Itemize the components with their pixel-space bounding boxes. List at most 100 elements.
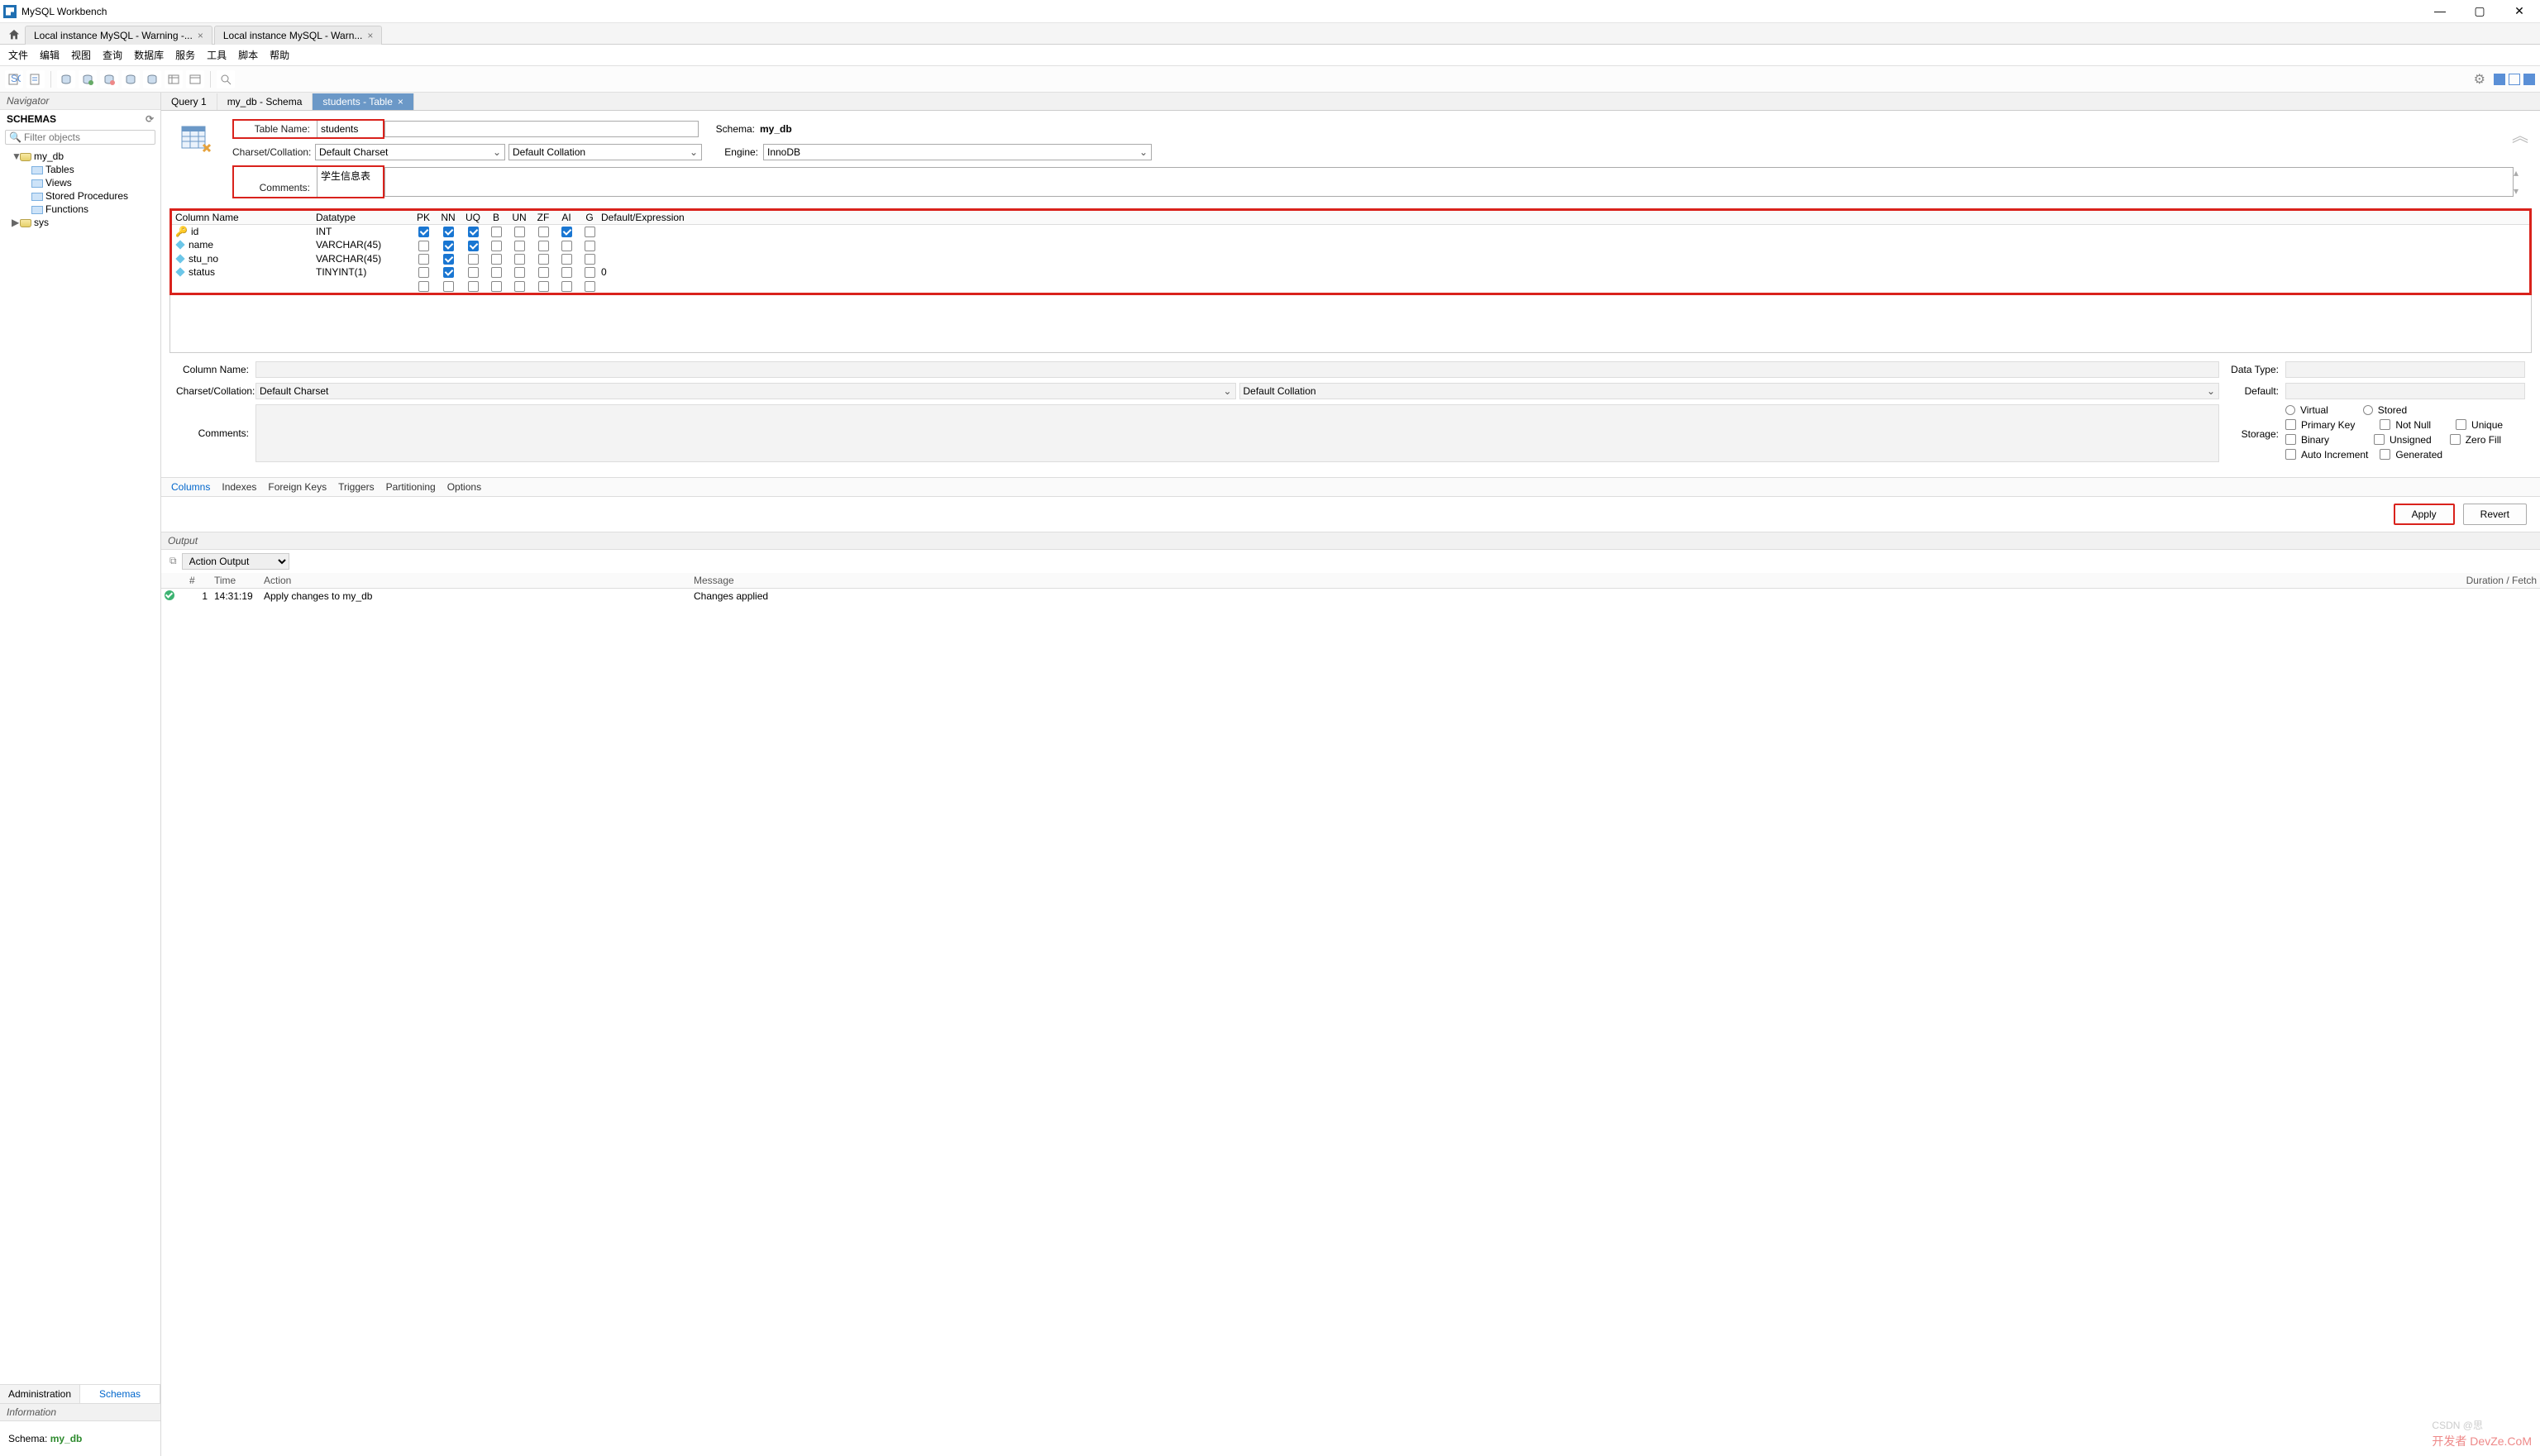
checkbox-ai[interactable] — [561, 241, 572, 251]
checkbox-b[interactable] — [491, 254, 502, 265]
doc-tab-table[interactable]: students - Table× — [313, 93, 414, 110]
radio-stored[interactable] — [2363, 405, 2373, 415]
chk-ai[interactable] — [2285, 449, 2296, 460]
settings-icon[interactable]: ⚙ — [2474, 71, 2485, 88]
checkbox-uq[interactable] — [468, 254, 479, 265]
menu-help[interactable]: 帮助 — [270, 48, 289, 62]
menu-file[interactable]: 文件 — [8, 48, 28, 62]
col-name-field[interactable] — [255, 361, 2219, 378]
bottom-tab-columns[interactable]: Columns — [171, 481, 210, 493]
checkbox-pk[interactable] — [418, 254, 429, 265]
comments-input[interactable] — [384, 167, 2514, 197]
checkbox-ai[interactable] — [561, 267, 572, 278]
toolbar-btn[interactable] — [217, 70, 235, 88]
tree-node-views[interactable]: Views — [2, 176, 159, 189]
toolbar-btn[interactable] — [100, 70, 118, 88]
column-row[interactable]: statusTINYINT(1)0 — [172, 265, 2529, 279]
close-icon[interactable]: × — [367, 30, 373, 41]
checkbox-nn[interactable] — [443, 254, 454, 265]
checkbox-g[interactable] — [585, 254, 595, 265]
checkbox-nn[interactable] — [443, 281, 454, 292]
doc-tab-query1[interactable]: Query 1 — [161, 93, 217, 110]
toolbar-open-sql-button[interactable] — [26, 70, 45, 88]
bottom-tab-partitioning[interactable]: Partitioning — [386, 481, 436, 493]
bottom-tab-options[interactable]: Options — [447, 481, 481, 493]
checkbox-nn[interactable] — [443, 241, 454, 251]
chk-bin[interactable] — [2285, 434, 2296, 445]
checkbox-nn[interactable] — [443, 267, 454, 278]
checkbox-b[interactable] — [491, 241, 502, 251]
tree-node-sys[interactable]: ▶sys — [2, 216, 159, 229]
checkbox-zf[interactable] — [538, 227, 549, 237]
nav-tab-schemas[interactable]: Schemas — [80, 1385, 160, 1403]
chk-zf[interactable] — [2450, 434, 2461, 445]
chk-gen[interactable] — [2380, 449, 2390, 460]
checkbox-pk[interactable] — [418, 281, 429, 292]
checkbox-zf[interactable] — [538, 241, 549, 251]
panel-toggle-mid[interactable] — [2509, 74, 2520, 85]
toolbar-btn[interactable] — [186, 70, 204, 88]
window-minimize-button[interactable]: — — [2428, 4, 2452, 18]
toolbar-btn[interactable] — [143, 70, 161, 88]
menu-query[interactable]: 查询 — [103, 48, 122, 62]
checkbox-pk[interactable] — [418, 241, 429, 251]
menu-tools[interactable]: 工具 — [207, 48, 227, 62]
scroll-up-icon[interactable]: ▴ — [2514, 167, 2525, 179]
collation-select[interactable]: Default Collation — [508, 144, 702, 160]
radio-virtual[interactable] — [2285, 405, 2295, 415]
checkbox-b[interactable] — [491, 267, 502, 278]
window-close-button[interactable]: ✕ — [2507, 4, 2532, 18]
checkbox-uq[interactable] — [468, 241, 479, 251]
col-collation-select[interactable]: Default Collation — [1239, 383, 2220, 399]
menu-edit[interactable]: 编辑 — [40, 48, 60, 62]
table-name-input[interactable] — [317, 121, 383, 137]
menu-database[interactable]: 数据库 — [134, 48, 164, 62]
toolbar-btn[interactable] — [122, 70, 140, 88]
column-row[interactable]: nameVARCHAR(45) — [172, 238, 2529, 251]
col-datatype-field[interactable] — [2285, 361, 2525, 378]
bottom-tab-foreign-keys[interactable]: Foreign Keys — [268, 481, 327, 493]
bottom-tab-triggers[interactable]: Triggers — [338, 481, 375, 493]
checkbox-nn[interactable] — [443, 227, 454, 237]
checkbox-un[interactable] — [514, 241, 525, 251]
chk-pk[interactable] — [2285, 419, 2296, 430]
panel-toggle-left[interactable] — [2494, 74, 2505, 85]
checkbox-b[interactable] — [491, 227, 502, 237]
checkbox-b[interactable] — [491, 281, 502, 292]
checkbox-uq[interactable] — [468, 267, 479, 278]
scroll-down-icon[interactable]: ▾ — [2514, 185, 2525, 197]
toolbar-new-sql-button[interactable]: SQL — [5, 70, 23, 88]
connection-tab-1[interactable]: Local instance MySQL - Warning -... × — [25, 26, 212, 45]
connection-tab-2[interactable]: Local instance MySQL - Warn... × — [214, 26, 383, 45]
collapse-icon[interactable]: ︽ — [2512, 122, 2528, 146]
close-icon[interactable]: × — [398, 96, 403, 107]
checkbox-un[interactable] — [514, 267, 525, 278]
tree-node-funcs[interactable]: Functions — [2, 203, 159, 216]
toolbar-btn[interactable] — [165, 70, 183, 88]
col-comments-field[interactable] — [255, 404, 2219, 462]
comments-input-stub[interactable]: 学生信息表 — [317, 167, 383, 197]
nav-tab-administration[interactable]: Administration — [0, 1385, 80, 1403]
checkbox-un[interactable] — [514, 254, 525, 265]
checkbox-zf[interactable] — [538, 254, 549, 265]
checkbox-g[interactable] — [585, 241, 595, 251]
column-row[interactable]: stu_noVARCHAR(45) — [172, 252, 2529, 265]
checkbox-g[interactable] — [585, 267, 595, 278]
checkbox-ai[interactable] — [561, 227, 572, 237]
checkbox-ai[interactable] — [561, 254, 572, 265]
filter-input[interactable] — [24, 131, 152, 143]
doc-tab-schema[interactable]: my_db - Schema — [217, 93, 313, 110]
chk-nn[interactable] — [2380, 419, 2390, 430]
tree-node-procs[interactable]: Stored Procedures — [2, 189, 159, 203]
apply-button[interactable]: Apply — [2394, 504, 2455, 525]
menu-view[interactable]: 视图 — [71, 48, 91, 62]
checkbox-g[interactable] — [585, 227, 595, 237]
checkbox-pk[interactable] — [418, 267, 429, 278]
output-mode-icon[interactable]: ⧉ — [169, 555, 177, 567]
charset-select[interactable]: Default Charset — [315, 144, 505, 160]
chk-uq[interactable] — [2456, 419, 2466, 430]
menu-scripting[interactable]: 脚本 — [238, 48, 258, 62]
toolbar-btn[interactable] — [57, 70, 75, 88]
toolbar-btn[interactable] — [79, 70, 97, 88]
col-default-field[interactable] — [2285, 383, 2525, 399]
